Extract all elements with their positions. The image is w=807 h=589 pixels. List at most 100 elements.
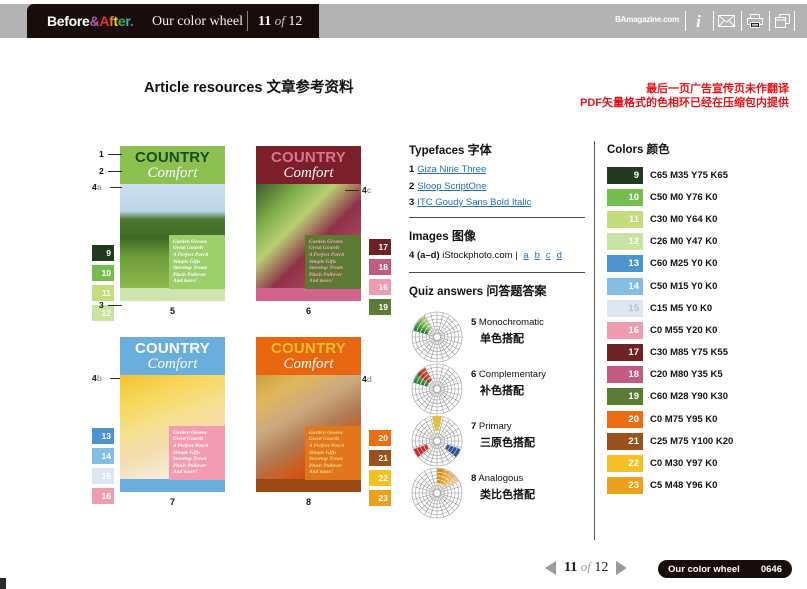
cover-line: Plush Pullover (309, 272, 357, 279)
callout-number: 2 (99, 166, 104, 176)
color-chip: 15 (607, 300, 643, 317)
cover-masthead: COUNTRYComfort (120, 337, 225, 375)
typeface-link[interactable]: Sloop ScriptOne (417, 181, 486, 192)
image-link[interactable]: d (557, 250, 562, 261)
footer-page-total: 12 (594, 560, 608, 575)
color-chip: 17 (607, 344, 643, 361)
color-cmyk-value: C30 M85 Y75 K55 (650, 347, 728, 358)
site-url-label[interactable]: BAmagazine.com (615, 15, 679, 24)
color-cmyk-value: C0 M75 Y95 K0 (650, 414, 717, 425)
cover-line: Garden Greens (173, 430, 221, 437)
magazine-cover-thumbnail[interactable]: COUNTRYComfortGarden GreensGreat GourdsA… (256, 146, 361, 301)
callout-leader-line (108, 171, 122, 172)
brand-logo-letter: A (99, 13, 109, 29)
cover-swatch: 9 (92, 245, 114, 261)
typeface-link[interactable]: Giza Nine Three (417, 164, 486, 175)
color-cmyk-value: C26 M0 Y47 K0 (650, 236, 717, 247)
color-cmyk-value: C30 M0 Y64 K0 (650, 214, 717, 225)
color-row: 16C0 M55 Y20 K0 (607, 319, 797, 341)
printer-icon[interactable] (741, 11, 767, 31)
images-range: (a–d) (417, 250, 440, 261)
footer-pill-code: 0646 (761, 564, 782, 575)
callout-leader-line (108, 154, 122, 155)
quiz-answer-number: 7 (471, 421, 476, 432)
colors-heading: Colors 颜色 (607, 141, 797, 157)
cover-line: Simple Gifts (309, 450, 357, 457)
corner-marker (0, 578, 6, 589)
cover-number-label: 6 (256, 306, 361, 316)
quiz-answer-text: 7 Primary三原色搭配 (471, 421, 535, 450)
cover-line: Great Gourds (309, 436, 357, 443)
brand-logo-letter: . (130, 13, 134, 29)
footer-page-current: 11 (564, 560, 577, 575)
prev-page-arrow-icon[interactable] (545, 561, 556, 575)
brand-logo[interactable]: Before&After. (47, 13, 133, 29)
cover-callout-label: 4c (362, 185, 371, 195)
cover-line: And more! (309, 469, 357, 476)
cover-line: Garden Greens (309, 430, 357, 437)
image-link[interactable]: c (546, 250, 551, 261)
quiz-answer-text: 5 Monochromatic 单色搭配 (471, 317, 544, 346)
cover-line: Stovetop Treats (173, 456, 221, 463)
quiz-answer-item: 8 Analogous类比色搭配 (409, 465, 589, 517)
callout-leader-line (108, 305, 122, 306)
typeface-row: 3ITC Goudy Sans Bold Italic (409, 197, 589, 208)
color-cmyk-value: C50 M15 Y0 K0 (650, 281, 717, 292)
magazine-cover-thumbnail[interactable]: COUNTRYComfortGarden GreensGreat GourdsA… (120, 146, 225, 301)
magazine-cover-thumbnail[interactable]: COUNTRYComfort Garden GreensGreat GourdsA… (120, 337, 225, 492)
cover-masthead-line2: Comfort (283, 357, 333, 371)
page-title-en: Article resources (144, 80, 262, 96)
color-cmyk-value: C50 M0 Y76 K0 (650, 192, 717, 203)
header-page-current: 11 (258, 14, 271, 29)
magazine-cover-thumbnail[interactable]: COUNTRYComfort Garden GreensGreat Gourds A… (256, 337, 361, 492)
color-row: 20C0 M75 Y95 K0 (607, 408, 797, 430)
images-credit-row: 4 (a–d) iStockphoto.com | abcd (409, 250, 589, 261)
cover-number-label: 8 (256, 497, 361, 507)
footer-page-of: of (581, 559, 591, 574)
color-chip: 11 (607, 211, 643, 228)
callout-leader-line (345, 190, 359, 191)
callout-sub: c (367, 185, 372, 195)
cover-swatch: 23 (369, 490, 391, 506)
quiz-answer-en: 5 Monochromatic (471, 317, 544, 328)
callout-leader-line (110, 187, 122, 188)
envelope-icon[interactable] (713, 11, 739, 31)
info-icon[interactable]: i (685, 11, 711, 31)
image-link[interactable]: b (535, 250, 540, 261)
cover-masthead-line2: Comfort (147, 357, 197, 371)
cover-callout-label: 4b (92, 373, 102, 383)
color-wheel-diagram (409, 309, 465, 365)
cover-callout-label: 1 (99, 149, 104, 159)
cover-masthead: COUNTRYComfort (256, 337, 361, 375)
window-icon[interactable] (769, 11, 795, 31)
translation-note-line1: 最后一页广告宣传页未作翻译 (580, 82, 789, 96)
colors-list: 9C65 M35 Y75 K6510C50 M0 Y76 K011C30 M0 … (607, 164, 797, 497)
footer-article-pill[interactable]: Our color wheel 0646 (658, 560, 792, 578)
quiz-answer-cn: 单色搭配 (480, 330, 544, 346)
images-source: iStockphoto.com (442, 250, 512, 261)
color-chip: 19 (607, 388, 643, 405)
quiz-heading-en: Quiz answers (409, 286, 483, 298)
image-link[interactable]: a (523, 250, 528, 261)
cover-footer-band (120, 479, 225, 492)
cover-line: A Perfect Porch (309, 252, 357, 259)
images-heading: Images 图像 (409, 227, 589, 244)
cover-swatch-column: 20212223 (369, 430, 391, 510)
next-page-arrow-icon[interactable] (616, 561, 627, 575)
typeface-link[interactable]: ITC Goudy Sans Bold Italic (417, 197, 531, 208)
quiz-answer-item: 7 Primary三原色搭配 (409, 413, 589, 465)
cover-lines-block: Garden GreensGreat GourdsA Perfect Porch… (169, 426, 225, 480)
color-chip: 21 (607, 433, 643, 450)
callout-sub: a (97, 182, 102, 192)
colors-heading-cn: 颜色 (647, 144, 670, 156)
divider-images (409, 272, 585, 273)
typeface-row: 1Giza Nine Three (409, 164, 589, 175)
color-row: 19C60 M28 Y90 K30 (607, 386, 797, 408)
header-page-total: 12 (288, 14, 302, 29)
cover-line: Plush Pullover (173, 272, 221, 279)
cover-masthead-line1: COUNTRY (135, 151, 210, 165)
quiz-answer-en: 6 Complementary (471, 369, 546, 380)
cover-swatch-column: 13141516 (92, 428, 114, 508)
color-row: 21C25 M75 Y100 K20 (607, 430, 797, 452)
color-chip: 13 (607, 255, 643, 272)
